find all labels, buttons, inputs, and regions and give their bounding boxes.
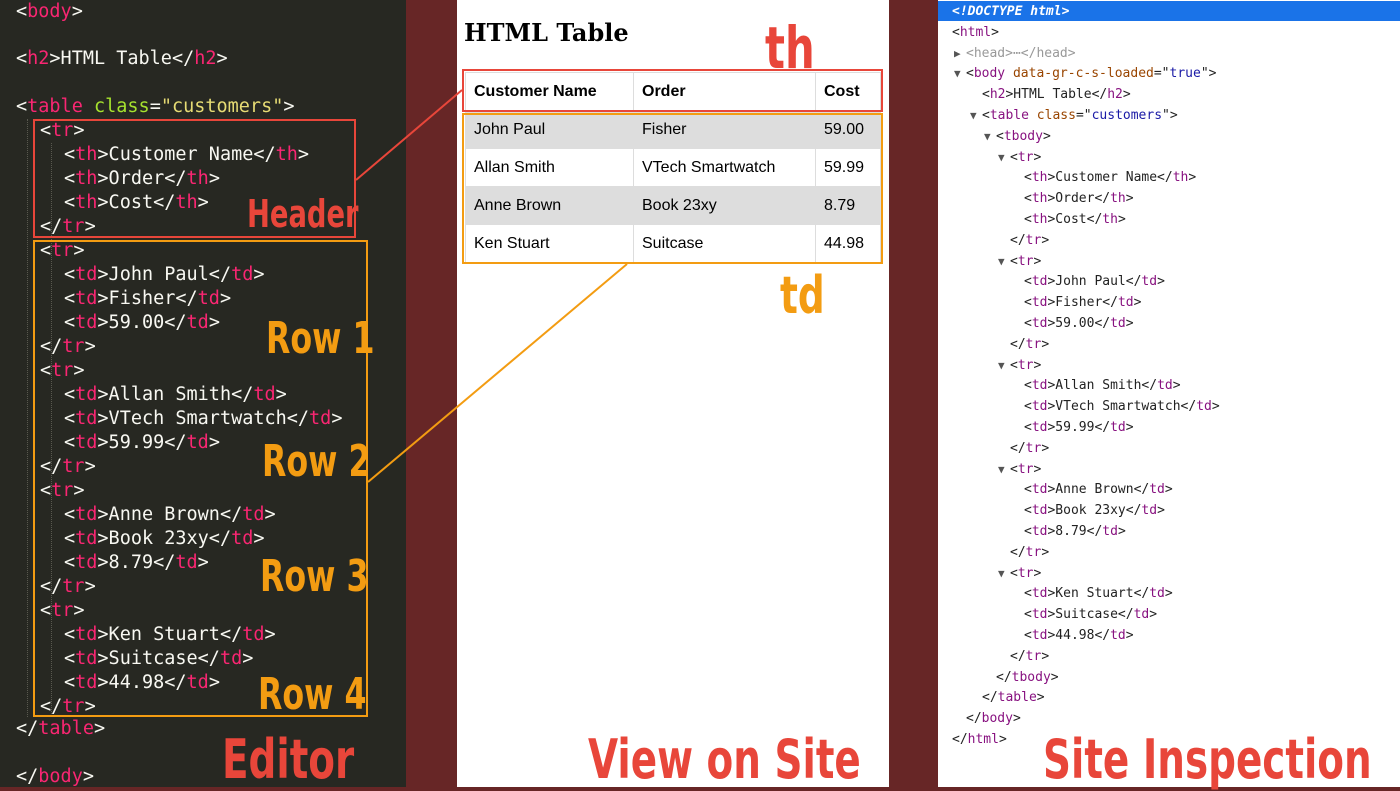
th-label: th bbox=[765, 14, 815, 82]
row-4-label: Row 4 bbox=[258, 669, 367, 720]
row-3-label: Row 3 bbox=[260, 551, 369, 602]
rows-connector-line bbox=[367, 263, 628, 483]
row-2-label: Row 2 bbox=[262, 436, 371, 487]
header-label: Header bbox=[247, 192, 359, 236]
editor-panel-label: Editor bbox=[222, 728, 355, 791]
view-panel-label: View on Site bbox=[588, 728, 861, 791]
connector-lines bbox=[355, 89, 628, 483]
td-label: td bbox=[780, 266, 825, 326]
row-1-label: Row 1 bbox=[266, 313, 375, 364]
header-connector-line bbox=[355, 89, 463, 181]
inspector-panel-label: Site Inspection bbox=[1043, 728, 1372, 791]
